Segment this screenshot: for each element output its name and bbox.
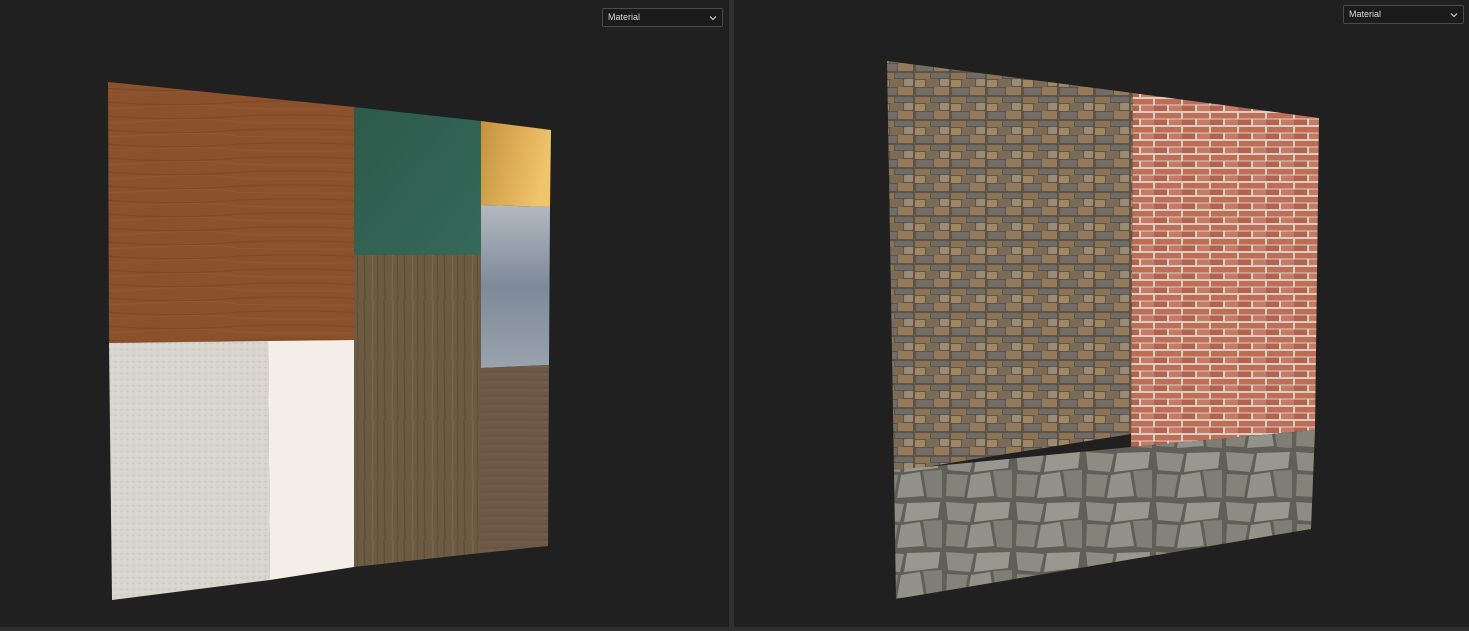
tile-weathered-wood-planks (354, 255, 481, 567)
display-mode-value: Material (1349, 9, 1382, 19)
display-mode-dropdown-left[interactable]: Material (602, 8, 723, 27)
viewport-bottom-border (0, 627, 1469, 631)
viewport-left[interactable]: Material (0, 0, 729, 627)
tile-green-painted-wood (354, 107, 481, 255)
tile-gold-metal (481, 121, 551, 207)
tile-red-brick (1131, 93, 1319, 447)
tile-white-plaster (109, 341, 270, 600)
chevron-down-icon (709, 16, 717, 21)
chevron-down-icon (1450, 13, 1458, 18)
app-window: Material Material (0, 0, 1469, 631)
display-mode-dropdown-right[interactable]: Material (1343, 5, 1464, 24)
tile-wood-veneer (108, 82, 354, 343)
tile-stone-wall (887, 61, 1133, 472)
viewport-right[interactable]: Material (734, 0, 1469, 627)
tile-white-matte (268, 340, 354, 580)
viewport-left-scene[interactable] (0, 0, 729, 627)
tile-blue-grey-marble (481, 205, 550, 368)
tile-worn-floor-wood (481, 365, 549, 553)
viewport-right-scene[interactable] (734, 0, 1469, 627)
display-mode-value: Material (608, 12, 641, 22)
